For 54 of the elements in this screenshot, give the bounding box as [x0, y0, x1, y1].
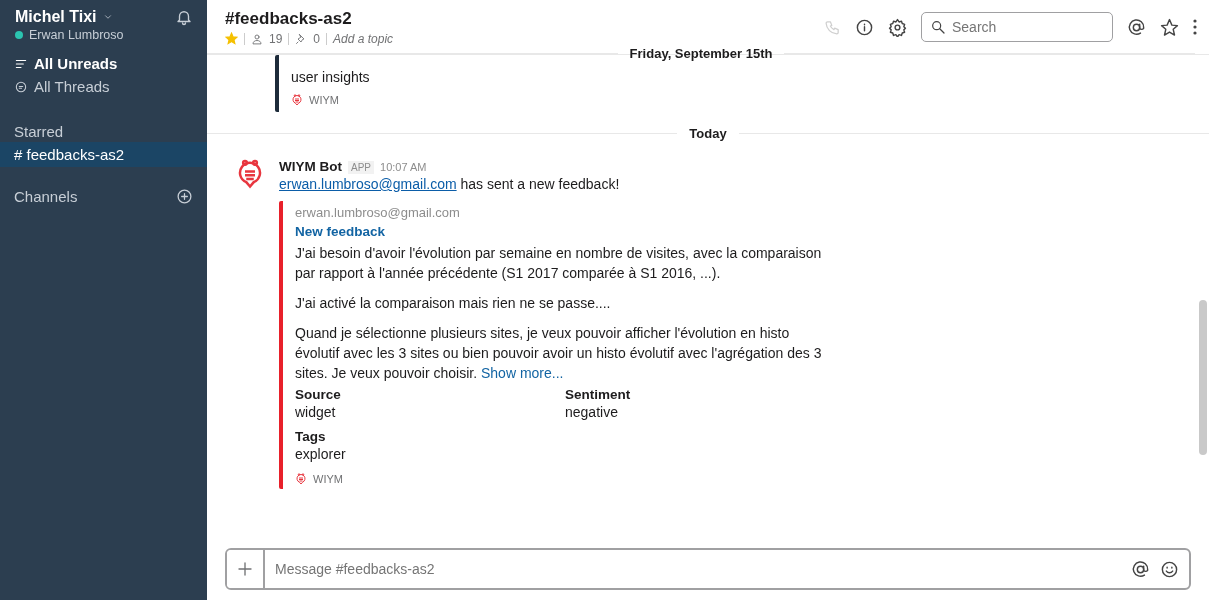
date-divider: Friday, September 15th	[629, 46, 773, 61]
feedback-paragraph: Quand je sélectionne plusieurs sites, je veux pouvoir afficher l'évolution en histo évolutif avec les 3 sites ou bien pouvoir avoir un histo évolutif avec l'agrégation des 3 sites. Je veux pouvoir choisir. Show more...	[295, 324, 823, 383]
sidebar-item[interactable]: All Threads	[0, 75, 207, 98]
star-icon[interactable]	[225, 32, 238, 45]
field-title: Tags	[295, 429, 327, 444]
field-value: explorer	[295, 445, 347, 464]
show-more-link[interactable]: Show more...	[481, 365, 564, 381]
search-icon	[930, 19, 946, 35]
scrollbar[interactable]	[1199, 300, 1207, 455]
app-badge: APP	[348, 161, 374, 174]
topic-link[interactable]: Add a topic	[333, 31, 394, 46]
attachment-pretext: erwan.lumbroso@gmail.com	[295, 205, 461, 220]
smiley-icon	[1160, 559, 1179, 579]
add-icon[interactable]	[176, 187, 193, 205]
team-name[interactable]: Michel Tixi	[15, 8, 97, 26]
speech-bubble-icon	[14, 79, 28, 94]
attachment-title[interactable]: New feedback	[295, 224, 835, 239]
search-field[interactable]: Search	[921, 12, 1113, 42]
section-title[interactable]: Channels	[14, 187, 78, 205]
member-count[interactable]: 19	[269, 31, 283, 46]
field-value: negative	[565, 403, 619, 422]
message-text: erwan.lumbroso@gmail.com has sent a new feedback!	[279, 176, 620, 192]
attachment-footer: WIYM	[309, 94, 339, 106]
feedback-paragraph: J'ai besoin d'avoir l'évolution par semaine en nombre de visites, avec la comparaison par rapport à l'année précédente (S1 2017 comparée à S1 2016, ...).	[295, 244, 823, 283]
mention-icon	[1131, 559, 1150, 579]
info-icon[interactable]	[855, 17, 874, 37]
more-icon[interactable]	[1193, 19, 1197, 35]
channel-title: #feedbacks-as2	[225, 8, 353, 29]
message-author: WIYM Bot	[279, 159, 342, 174]
sidebar-item[interactable]: All Unreads	[0, 52, 207, 75]
plus-icon	[236, 560, 254, 578]
field-title: Source	[295, 387, 342, 402]
feedback-paragraph: J'ai activé la comparaison mais rien ne se passe....	[295, 294, 612, 313]
add-button[interactable]	[227, 550, 265, 588]
bot-icon	[291, 94, 303, 106]
settings-icon[interactable]	[888, 17, 907, 37]
bot-icon	[295, 473, 307, 485]
email-link[interactable]: erwan.lumbroso@gmail.com	[279, 176, 457, 192]
channel-item[interactable]: # feedbacks-as2	[0, 142, 207, 167]
person-icon	[251, 32, 263, 45]
message-field[interactable]: Message #feedbacks-as2	[225, 548, 1191, 590]
field-title: Sentiment	[565, 387, 632, 402]
attachment-footer: WIYM	[313, 473, 343, 485]
message-time: 10:07 AM	[380, 161, 427, 173]
field-value: widget	[295, 403, 337, 422]
date-divider: Today	[689, 126, 727, 141]
bell-icon[interactable]	[175, 8, 193, 26]
mention-icon[interactable]	[1127, 17, 1146, 37]
user-name: Erwan Lumbroso	[29, 28, 124, 42]
star-outline-icon[interactable]	[1160, 17, 1179, 37]
pin-count[interactable]: 0	[313, 31, 321, 46]
field-value: user insights	[291, 68, 371, 87]
chevron-down-icon[interactable]	[102, 12, 113, 22]
section-title[interactable]: Starred	[14, 122, 64, 140]
